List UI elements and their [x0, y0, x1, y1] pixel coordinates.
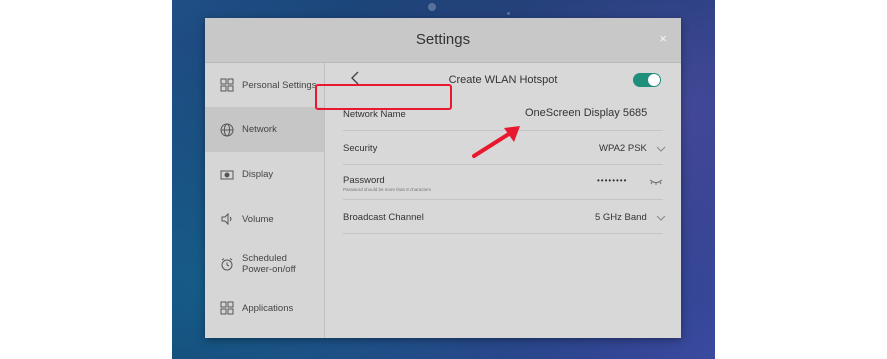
sidebar-item-label: Network	[242, 124, 277, 135]
network-name-label: Network Name	[343, 109, 406, 120]
sidebar-item-scheduled-power[interactable]: Scheduled Power-on/off	[205, 241, 324, 286]
password-hint: Password should be more than 8 character…	[343, 187, 432, 192]
sidebar-item-display[interactable]: Display	[205, 152, 324, 197]
dialog-title: Settings	[415, 31, 471, 48]
chevron-down-icon	[656, 215, 666, 221]
sidebar-item-label: Applications	[242, 302, 294, 314]
speaker-icon	[221, 212, 232, 226]
password-row[interactable]: Password Password should be more than 8 …	[343, 164, 663, 200]
sidebar-item-volume[interactable]: Volume	[205, 197, 324, 241]
password-label: Password	[343, 175, 385, 186]
sidebar-item-network[interactable]: Network	[205, 107, 324, 152]
chevron-down-icon	[656, 146, 666, 152]
broadcast-channel-value: 5 GHz Band	[595, 212, 647, 223]
hotspot-toggle[interactable]	[633, 73, 661, 87]
broadcast-channel-row[interactable]: Broadcast Channel 5 GHz Band	[343, 199, 666, 234]
sidebar-item-label: Personal Settings	[242, 79, 317, 91]
wallpaper-dot	[428, 3, 436, 11]
password-value[interactable]: ••••••••	[597, 176, 627, 185]
annotation-arrow	[472, 126, 520, 158]
title-bar: Settings ×	[205, 18, 681, 63]
network-name-value[interactable]: OneScreen Display 5685	[525, 107, 647, 119]
sidebar-item-label: Display	[242, 169, 274, 180]
sidebar-item-label: Volume	[242, 213, 274, 225]
sidebar-item-applications[interactable]: Applications	[205, 286, 324, 330]
highlight-box	[315, 84, 452, 110]
clock-icon	[221, 257, 233, 270]
eye-closed-icon[interactable]	[649, 179, 663, 185]
security-value: WPA2 PSK	[599, 143, 647, 154]
sidebar-item-personal-settings[interactable]: Personal Settings	[205, 63, 324, 107]
wallpaper-dot	[507, 12, 510, 15]
broadcast-channel-label: Broadcast Channel	[343, 212, 424, 223]
sidebar-item-label: Scheduled Power-on/off	[242, 252, 296, 275]
settings-sidebar: Personal Settings Network Display Volume…	[205, 63, 325, 338]
grid-icon	[220, 78, 234, 92]
grid-icon	[220, 301, 234, 315]
close-icon[interactable]: ×	[659, 31, 667, 46]
toggle-knob	[648, 74, 660, 86]
display-icon	[220, 170, 234, 179]
settings-dialog: Settings × Personal Settings Network Dis…	[205, 18, 681, 338]
globe-icon	[220, 123, 234, 136]
security-label: Security	[343, 143, 378, 154]
